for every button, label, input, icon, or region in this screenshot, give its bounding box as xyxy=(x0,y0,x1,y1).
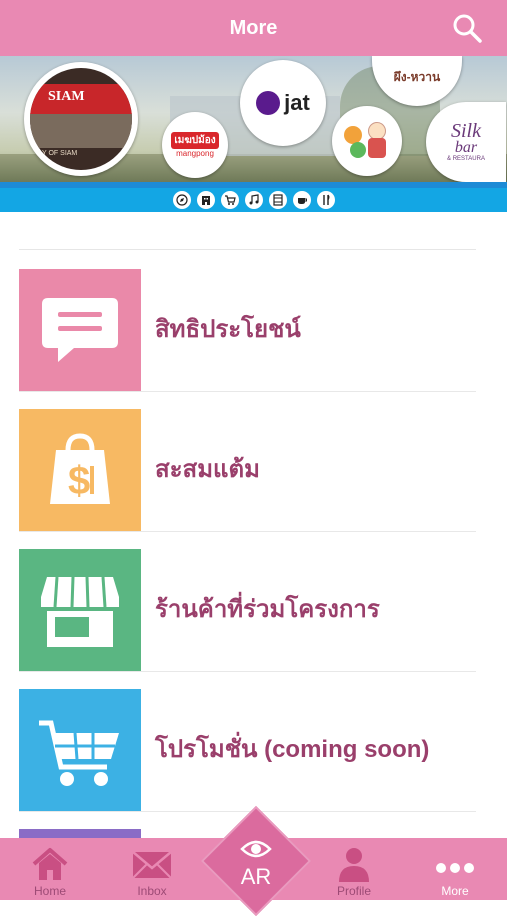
menu-item-privileges[interactable]: สิทธิประโยชน์ xyxy=(19,269,476,392)
list-divider xyxy=(19,391,476,392)
ar-label: AR xyxy=(240,864,272,889)
tab-more[interactable]: More xyxy=(415,838,495,900)
shopping-bag-icon: $ xyxy=(19,409,141,531)
cart-icon[interactable] xyxy=(220,191,239,209)
partner-banner[interactable]: SIAM Y OF SIAM เมฆปม้อง mangpong jat ผึง… xyxy=(0,56,507,182)
silk-bar-logo[interactable]: Silk bar & RESTAURA xyxy=(426,102,506,182)
eye-icon xyxy=(240,838,272,860)
list-divider xyxy=(19,531,476,532)
shopping-cart-icon xyxy=(19,689,141,811)
menu-label: สิทธิประโยชน์ xyxy=(155,316,301,343)
ar-button[interactable]: AR xyxy=(217,826,295,900)
jat-logo[interactable]: jat xyxy=(240,60,326,146)
kids-logo[interactable] xyxy=(332,106,402,176)
siam-sign-text: SIAM xyxy=(48,89,85,104)
menu-item-promotions[interactable]: โปรโมชั่น (coming soon) xyxy=(19,689,476,812)
coffee-icon[interactable] xyxy=(292,191,311,209)
jat-mark xyxy=(256,91,281,115)
list-divider xyxy=(19,811,476,812)
search-icon[interactable] xyxy=(451,12,483,44)
cutlery-icon[interactable] xyxy=(316,191,335,209)
storefront-icon xyxy=(19,549,141,671)
menu-label: โปรโมชั่น (coming soon) xyxy=(155,736,430,763)
film-icon[interactable] xyxy=(268,191,287,209)
list-divider xyxy=(19,249,476,250)
jat-text: jat xyxy=(284,90,310,115)
siam-logo[interactable]: SIAM Y OF SIAM xyxy=(24,62,138,176)
tab-home[interactable]: Home xyxy=(10,838,90,900)
siam-photo: SIAM Y OF SIAM xyxy=(30,68,132,170)
music-icon[interactable] xyxy=(244,191,263,209)
tab-more-label: More xyxy=(441,884,469,898)
tab-inbox-label: Inbox xyxy=(137,884,167,898)
page-title: More xyxy=(229,17,278,39)
tab-inbox[interactable]: Inbox xyxy=(112,838,192,900)
menu-label: สะสมแต้ม xyxy=(155,456,260,483)
mangpong-latin: mangpong xyxy=(176,149,214,158)
top-nav-bar: More xyxy=(0,0,507,56)
menu-item-partner-stores[interactable]: ร้านค้าที่ร่วมโครงการ xyxy=(19,549,476,672)
siam-storefront xyxy=(30,114,132,148)
tab-home-label: Home xyxy=(33,884,66,898)
mangpong-logo[interactable]: เมฆปม้อง mangpong xyxy=(162,112,228,178)
menu-item-collect-points[interactable]: $ สะสมแต้ม xyxy=(19,409,476,532)
chat-bubble-icon xyxy=(19,269,141,391)
phungwan-text: ผึง-หวาน xyxy=(393,69,441,84)
tab-profile-label: Profile xyxy=(336,884,371,898)
siam-caption: Y OF SIAM xyxy=(42,150,78,157)
building-icon[interactable] xyxy=(196,191,215,209)
list-divider xyxy=(19,671,476,672)
mangpong-thai: เมฆปม้อง xyxy=(171,132,219,149)
person-icon xyxy=(334,846,374,882)
svg-text:$: $ xyxy=(68,459,90,503)
home-icon xyxy=(30,846,70,882)
more-dots-icon xyxy=(435,846,475,882)
silk-bar-word2: bar xyxy=(454,139,478,156)
silk-bar-word1: Silk xyxy=(451,120,481,142)
tab-profile[interactable]: Profile xyxy=(314,838,394,900)
menu-label: ร้านค้าที่ร่วมโครงการ xyxy=(155,596,380,623)
envelope-icon xyxy=(132,846,172,882)
silk-bar-caption: & RESTAURA xyxy=(447,156,485,162)
compass-icon[interactable] xyxy=(172,191,191,209)
kids-graphic xyxy=(342,116,392,166)
category-icon-strip xyxy=(0,188,507,212)
